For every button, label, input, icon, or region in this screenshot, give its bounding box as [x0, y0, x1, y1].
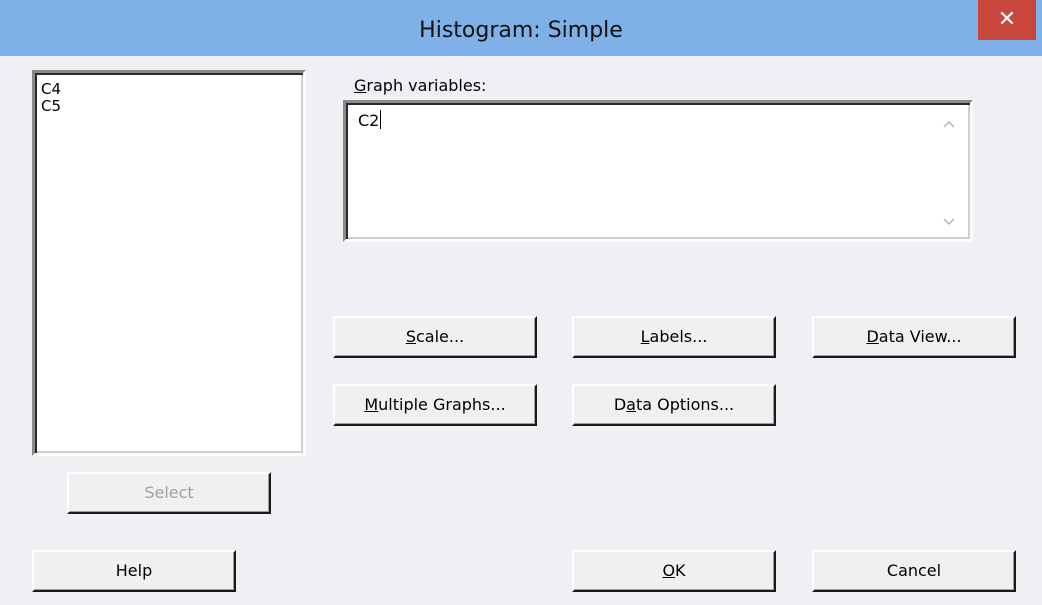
help-button[interactable]: Help [32, 550, 236, 592]
cancel-button[interactable]: Cancel [812, 550, 1016, 592]
list-item[interactable]: C5 [41, 98, 297, 115]
ok-button[interactable]: OK [572, 550, 776, 592]
title-bar[interactable]: Histogram: Simple ✕ [0, 0, 1042, 56]
multiple-graphs-button[interactable]: Multiple Graphs... [333, 384, 537, 426]
data-view-button[interactable]: Data View... [812, 316, 1016, 358]
variable-list[interactable]: C4 C5 [32, 70, 306, 456]
graph-variables-field[interactable]: C2 [343, 100, 973, 242]
graph-variables-label: Graph variables: [354, 76, 487, 95]
chevron-down-icon[interactable] [939, 213, 959, 233]
list-item[interactable]: C4 [41, 81, 297, 98]
text-caret [380, 110, 382, 129]
data-options-button[interactable]: Data Options... [572, 384, 776, 426]
scale-button[interactable]: Scale... [333, 316, 537, 358]
window-title: Histogram: Simple [419, 18, 623, 43]
select-button[interactable]: Select [67, 472, 271, 514]
histogram-dialog: Histogram: Simple ✕ C4 C5 Graph variable… [0, 0, 1042, 605]
close-button[interactable]: ✕ [978, 0, 1036, 40]
chevron-up-icon[interactable] [939, 115, 959, 135]
labels-button[interactable]: Labels... [572, 316, 776, 358]
close-icon: ✕ [997, 7, 1017, 32]
graph-variables-value: C2 [358, 111, 380, 130]
